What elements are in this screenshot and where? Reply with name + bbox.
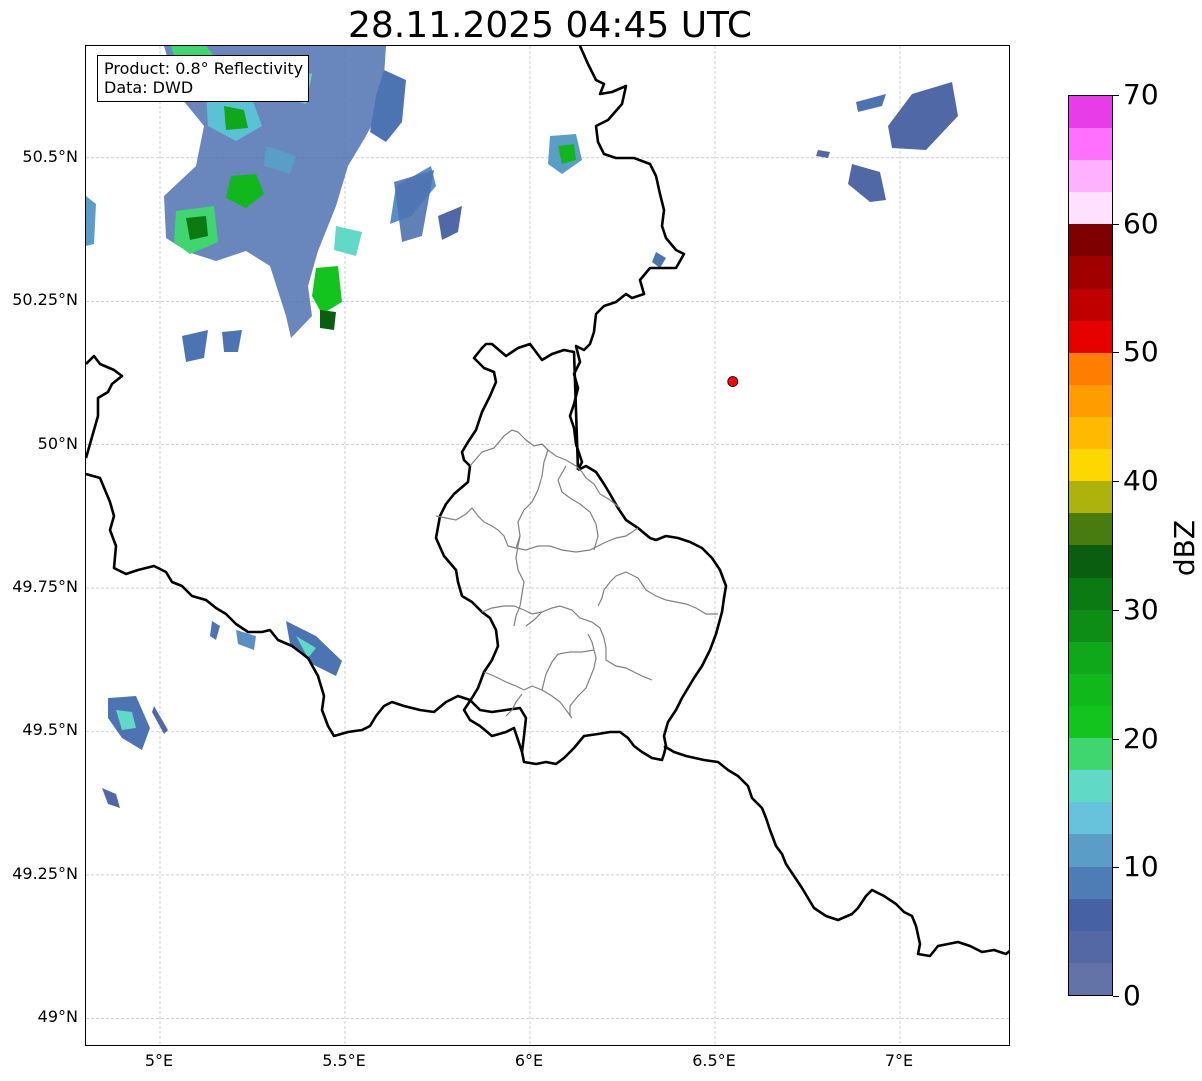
radar-map[interactable] [85,45,1010,1046]
colorbar-tick-mark [1113,223,1119,225]
colorbar-band [1069,449,1112,482]
colorbar-tick-mark [1113,867,1119,869]
colorbar-tick-mark [1113,996,1119,997]
map-canvas [86,46,1009,1045]
reflectivity-colorbar [1068,95,1113,996]
colorbar-band [1069,802,1112,835]
belgium-france-border [86,354,124,459]
colorbar-band [1069,288,1112,321]
colorbar-band [1069,128,1112,161]
colorbar-band [1069,898,1112,931]
luxembourg-border [434,342,728,766]
map-title: 28.11.2025 04:45 UTC [347,5,753,46]
colorbar-band [1069,962,1112,995]
colorbar-tick-mark [1113,481,1119,483]
latitude-tick-label: 49.5°N [22,720,78,740]
colorbar-band [1069,866,1112,899]
echo-cluster-northeast [816,82,958,202]
longitude-tick-label: 5.5°E [322,1051,366,1070]
colorbar-band [1069,95,1112,129]
colorbar-tick-mark [1113,609,1119,611]
colorbar-tick-label: 60 [1123,206,1159,240]
colorbar-band [1069,770,1112,803]
longitude-tick-label: 7°E [884,1051,914,1070]
colorbar-band [1069,834,1112,867]
colorbar-band [1069,256,1112,289]
colorbar-band [1069,224,1112,257]
colorbar-band [1069,545,1112,578]
latitude-tick-label: 50.25°N [12,290,78,310]
latitude-tick-label: 49.25°N [12,863,78,883]
colorbar-tick-mark [1113,95,1119,96]
colorbar-label: dBZ [1168,519,1201,577]
data-source-label: Data: DWD [104,78,194,97]
colorbar-tick-label: 30 [1123,592,1159,626]
colorbar-band [1069,320,1112,353]
echo-cluster-bastogne [210,621,342,676]
district-lines [435,429,718,719]
colorbar-tick-label: 0 [1123,979,1141,1012]
colorbar-band [1069,160,1112,193]
precipitation-echoes [86,46,958,808]
france-germany-border [663,744,1009,958]
colorbar-band [1069,930,1112,963]
colorbar-tick-label: 10 [1123,850,1159,884]
longitude-tick-label: 6.5°E [692,1051,736,1070]
colorbar-tick-label: 50 [1123,335,1159,369]
colorbar-band [1069,673,1112,707]
longitude-tick-label: 5°E [144,1051,174,1070]
colorbar-band [1069,192,1112,225]
colorbar-band [1069,641,1112,674]
latitude-tick-label: 50°N [37,433,78,453]
colorbar-band [1069,609,1112,642]
latitude-tick-label: 49°N [37,1007,78,1027]
colorbar-band [1069,417,1112,450]
info-box: Product: 0.8° Reflectivity Data: DWD [97,55,310,102]
product-label: Product: 0.8° Reflectivity [104,59,304,78]
colorbar-band [1069,384,1112,418]
colorbar-band [1069,352,1112,385]
latitude-tick-label: 49.75°N [12,577,78,597]
radar-site-marker [727,376,739,387]
colorbar-tick-label: 70 [1123,78,1159,111]
echo-cluster-southwest [102,696,168,808]
colorbar-tick-mark [1113,352,1119,354]
colorbar-band [1069,577,1112,610]
latitude-tick-label: 50.5°N [22,146,78,166]
colorbar-tick-label: 20 [1123,721,1159,755]
colorbar-band [1069,738,1112,771]
colorbar-band [1069,706,1112,739]
colorbar-tick-label: 40 [1123,464,1159,498]
germany-belgium-border [568,46,686,471]
france-belgium-south-border [86,472,528,753]
colorbar-band [1069,481,1112,514]
longitude-tick-label: 6°E [514,1051,544,1070]
colorbar-tick-mark [1113,738,1119,740]
radar-site-dot [727,376,739,387]
colorbar-band [1069,513,1112,546]
